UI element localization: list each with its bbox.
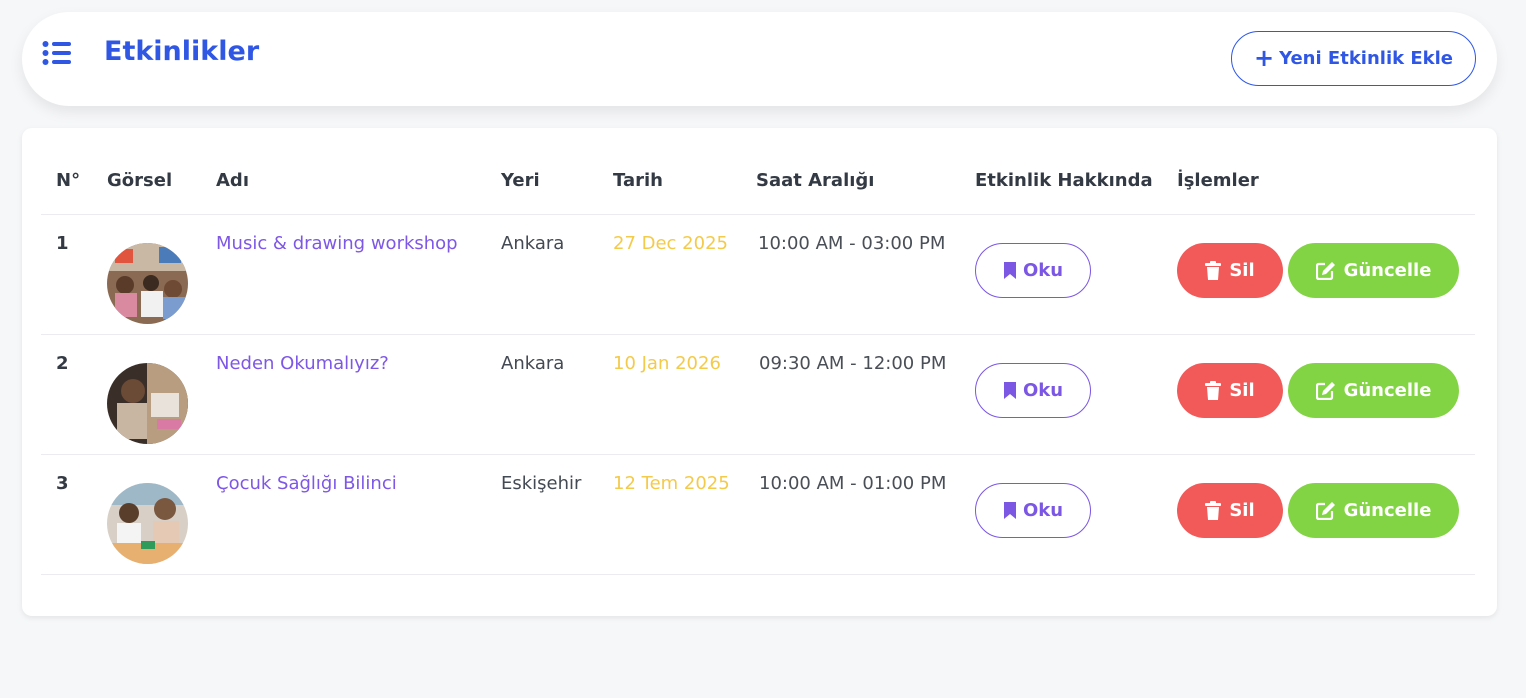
update-button[interactable]: Güncelle [1288, 363, 1459, 418]
delete-label: Sil [1229, 260, 1255, 281]
column-header-date: Tarih [613, 170, 663, 191]
event-time: 10:00 AM - 01:00 PM [759, 473, 947, 494]
add-event-label: Yeni Etkinlik Ekle [1279, 48, 1454, 69]
row-divider [41, 334, 1475, 335]
delete-label: Sil [1229, 500, 1255, 521]
table-row: 1 Music & drawing workshop Ankara 27 Dec… [22, 224, 1497, 344]
trash-icon [1205, 261, 1222, 280]
update-label: Güncelle [1343, 260, 1432, 281]
event-image [107, 483, 188, 564]
update-button[interactable]: Güncelle [1288, 243, 1459, 298]
header-divider [41, 214, 1475, 215]
read-button[interactable]: Oku [975, 483, 1091, 538]
column-header-image: Görsel [107, 170, 173, 191]
delete-label: Sil [1229, 380, 1255, 401]
event-date: 27 Dec 2025 [613, 233, 728, 254]
row-number: 2 [56, 353, 69, 374]
delete-button[interactable]: Sil [1177, 363, 1283, 418]
column-header-no: N° [56, 170, 81, 191]
read-button[interactable]: Oku [975, 363, 1091, 418]
read-label: Oku [1022, 380, 1064, 401]
update-label: Güncelle [1343, 500, 1432, 521]
column-header-name: Adı [216, 170, 249, 191]
table-row: 3 Çocuk Sağlığı Bilinci Eskişehir 12 Tem… [22, 464, 1497, 584]
delete-button[interactable]: Sil [1177, 483, 1283, 538]
update-label: Güncelle [1343, 380, 1432, 401]
list-icon[interactable] [42, 41, 72, 65]
event-name-link[interactable]: Çocuk Sağlığı Bilinci [216, 473, 397, 495]
column-header-actions: İşlemler [1177, 170, 1259, 191]
plus-icon: + [1253, 43, 1275, 72]
bookmark-icon [1003, 381, 1017, 400]
read-button[interactable]: Oku [975, 243, 1091, 298]
trash-icon [1205, 381, 1222, 400]
event-place: Ankara [501, 353, 565, 374]
event-time: 09:30 AM - 12:00 PM [759, 353, 947, 374]
row-divider [41, 454, 1475, 455]
column-header-place: Yeri [501, 170, 540, 191]
row-number: 1 [56, 233, 69, 254]
column-header-about: Etkinlik Hakkında [975, 170, 1153, 191]
table-row: 2 Neden Okumalıyız? Ankara 10 Jan 2026 0… [22, 344, 1497, 464]
column-header-time: Saat Aralığı [756, 170, 875, 191]
add-event-button[interactable]: + Yeni Etkinlik Ekle [1231, 31, 1476, 86]
read-label: Oku [1022, 260, 1064, 281]
update-button[interactable]: Güncelle [1288, 483, 1459, 538]
event-name-link[interactable]: Music & drawing workshop [216, 233, 458, 255]
event-date: 12 Tem 2025 [613, 473, 730, 494]
delete-button[interactable]: Sil [1177, 243, 1283, 298]
header-bar: Etkinlikler + Yeni Etkinlik Ekle [22, 12, 1497, 106]
event-time: 10:00 AM - 03:00 PM [758, 233, 946, 254]
event-name-link[interactable]: Neden Okumalıyız? [216, 353, 389, 375]
event-date: 10 Jan 2026 [613, 353, 721, 374]
row-number: 3 [56, 473, 69, 494]
bookmark-icon [1003, 261, 1017, 280]
event-place: Eskişehir [501, 473, 582, 494]
trash-icon [1205, 501, 1222, 520]
edit-icon [1315, 501, 1336, 520]
event-place: Ankara [501, 233, 565, 254]
event-image [107, 243, 188, 324]
edit-icon [1315, 261, 1336, 280]
read-label: Oku [1022, 500, 1064, 521]
page-title: Etkinlikler [104, 36, 260, 67]
edit-icon [1315, 381, 1336, 400]
event-image [107, 363, 188, 444]
events-table: N° Görsel Adı Yeri Tarih Saat Aralığı Et… [22, 128, 1497, 616]
bookmark-icon [1003, 501, 1017, 520]
row-divider [41, 574, 1475, 575]
